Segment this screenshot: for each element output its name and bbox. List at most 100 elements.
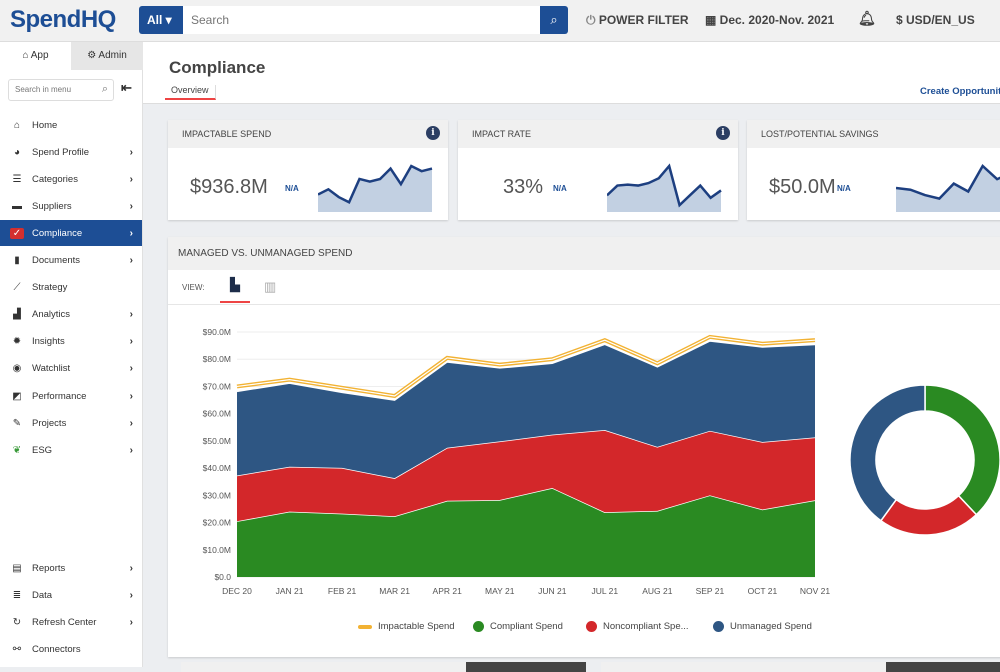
connectors-icon: ⚯ (12, 643, 22, 655)
collapse-sidebar-icon[interactable]: ⇤ (121, 80, 132, 96)
legend-item[interactable]: Compliant Spend (473, 621, 563, 632)
file-icon: ▮ (14, 255, 20, 266)
legend-item[interactable]: Noncompliant Spe... (586, 621, 689, 632)
x-tick-label: JUL 21 (592, 586, 619, 596)
y-tick-label: $60.0M (203, 409, 231, 419)
page-title: Compliance (169, 58, 266, 77)
x-tick-label: AUG 21 (642, 586, 673, 596)
menu-search-placeholder: Search in menu (15, 85, 72, 94)
sidebar-item-suppliers[interactable]: ▬ Suppliers › (0, 193, 142, 219)
chevron-right-icon: › (129, 363, 133, 375)
power-filter-button[interactable]: ⏻ POWER FILTER (586, 13, 689, 28)
server-icon: ▬ (12, 200, 22, 212)
currency-locale[interactable]: $ USD/EN_US (896, 13, 975, 27)
search-icon: ⌕ (550, 12, 558, 27)
sidebar-item-label: Suppliers (32, 200, 72, 212)
gauge-icon: ◩ (12, 390, 22, 402)
info-icon[interactable]: i (716, 126, 730, 140)
kpi-change: N/A (285, 184, 299, 193)
bar-chart-view-icon[interactable]: ▥ (264, 279, 276, 295)
y-tick-label: $20.0M (203, 518, 231, 528)
x-tick-label: JUN 21 (538, 586, 567, 596)
sidebar-item-watchlist[interactable]: ◉ Watchlist › (0, 356, 142, 382)
kpi-title: IMPACT RATE i (458, 120, 738, 148)
kpi-change: N/A (553, 184, 567, 193)
sidebar-item-label: Analytics (32, 309, 71, 321)
create-opportunity-link[interactable]: Create Opportunity (920, 86, 1000, 97)
sidebar-item-label: Watchlist (32, 363, 71, 375)
chevron-right-icon: › (129, 616, 133, 628)
y-tick-label: $10.0M (203, 545, 231, 555)
legend-item[interactable]: Unmanaged Spend (713, 621, 812, 632)
tab-admin[interactable]: ⚙ Admin (71, 42, 143, 70)
bottom-panel-1 (181, 662, 586, 672)
bell-icon[interactable]: 🔔︎ (858, 10, 876, 27)
donut-slice[interactable] (924, 384, 1000, 516)
managed-vs-unmanaged-panel: MANAGED VS. UNMANAGED SPEND VIEW: ▙ ▥ $0… (168, 237, 1000, 657)
legend-item[interactable]: Impactable Spend (358, 621, 455, 632)
date-range-button[interactable]: ▦ Dec. 2020-Nov. 2021 (705, 13, 834, 27)
legend-dot-swatch (713, 621, 724, 632)
chevron-right-icon: › (129, 390, 133, 402)
menu-search-input[interactable]: Search in menu ⌕ (8, 79, 114, 101)
kpi-value: $50.0M (769, 176, 836, 198)
search-scope-dropdown[interactable]: All ▾ (139, 6, 183, 34)
x-tick-label: APR 21 (433, 586, 463, 596)
sidebar-item-reports[interactable]: ▤ Reports › (0, 555, 142, 581)
sidebar-item-categories[interactable]: ☰ Categories › (0, 166, 142, 192)
legend-label: Impactable Spend (378, 621, 455, 632)
sidebar-item-label: Reports (32, 562, 66, 574)
sidebar-item-label: Strategy (32, 282, 68, 294)
area-chart-view-icon[interactable]: ▙ (220, 277, 250, 303)
legend-label: Noncompliant Spe... (603, 621, 689, 632)
eye-icon: ◉ (12, 363, 22, 375)
sidebar-item-data[interactable]: ≣ Data › (0, 582, 142, 608)
sidebar-item-spend-profile[interactable]: ◕ Spend Profile › (0, 139, 142, 165)
sidebar-item-label: Compliance (32, 227, 83, 239)
sidebar-item-connectors[interactable]: ⚯ Connectors (0, 636, 142, 662)
info-icon[interactable]: i (426, 126, 440, 140)
x-tick-label: OCT 21 (748, 586, 778, 596)
x-tick-label: SEP 21 (696, 586, 725, 596)
sidebar-item-home[interactable]: ⌂ Home (0, 112, 142, 138)
sidebar-item-label: Documents (32, 255, 81, 266)
sidebar-item-esg[interactable]: ❦ ESG › (0, 437, 142, 463)
legend-label: Unmanaged Spend (730, 621, 812, 632)
kpi-value: 33% (503, 176, 544, 198)
power-icon: ⏻ (586, 13, 599, 27)
search-button[interactable]: ⌕ (540, 6, 568, 34)
y-tick-label: $40.0M (203, 463, 231, 473)
tab-overview[interactable]: Overview (165, 85, 216, 100)
chevron-right-icon: › (129, 200, 133, 212)
sparkline-area (318, 166, 432, 212)
sidebar-item-documents[interactable]: ▮ Documents › (0, 248, 142, 274)
tab-admin-label: Admin (98, 50, 127, 61)
view-label: VIEW: (182, 283, 205, 292)
refresh-icon: ↻ (12, 616, 22, 628)
sidebar-item-performance[interactable]: ◩ Performance › (0, 383, 142, 409)
power-filter-label: POWER FILTER (598, 13, 689, 27)
sidebar-item-analytics[interactable]: ▟ Analytics › (0, 302, 142, 328)
kpi-title: IMPACTABLE SPEND i (168, 120, 448, 148)
x-tick-label: MAY 21 (485, 586, 515, 596)
donut-slice[interactable] (849, 384, 926, 522)
sidebar-item-strategy[interactable]: ⟋ Strategy (0, 275, 142, 301)
tab-app[interactable]: ⌂ App (0, 42, 71, 70)
chevron-right-icon: › (129, 336, 133, 348)
sidebar-item-label: Data (32, 589, 53, 601)
logo[interactable]: SpendHQ (10, 6, 116, 34)
sidebar-item-projects[interactable]: ✎ Projects › (0, 410, 142, 436)
sidebar-item-compliance[interactable]: ✓ Compliance › (0, 220, 142, 247)
x-tick-label: JAN 21 (276, 586, 304, 596)
sidebar-item-label: Refresh Center (32, 616, 97, 628)
kpi-title: LOST/POTENTIAL SAVINGS (747, 120, 1000, 148)
kpi-value: $936.8M (190, 176, 268, 198)
chevron-right-icon: › (129, 417, 133, 429)
sidebar-item-refresh-center[interactable]: ↻ Refresh Center › (0, 609, 142, 635)
y-tick-label: $0.0 (214, 572, 231, 582)
bottom-panel-2 (601, 662, 1000, 672)
chevron-right-icon: › (129, 444, 133, 456)
chevron-right-icon: › (129, 562, 133, 574)
search-input[interactable] (183, 6, 540, 34)
sidebar-item-insights[interactable]: ✹ Insights › (0, 329, 142, 355)
